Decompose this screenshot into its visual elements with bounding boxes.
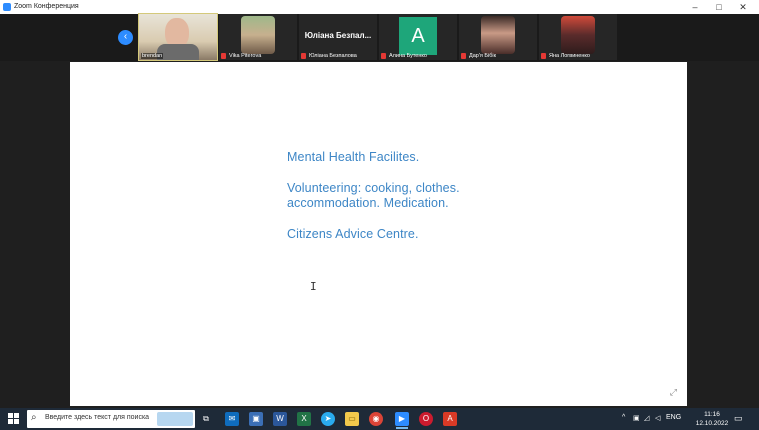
participant-name: Дар'я Бібік [469,53,497,59]
excel-icon[interactable]: X [297,412,311,426]
gallery-back-button[interactable]: ‹ [118,30,133,45]
clock-time: 11:16 [704,411,720,418]
participant-tile[interactable]: brendan [138,13,218,61]
participant-tile[interactable]: A Алина Бутенко [379,14,457,60]
title-bar: Zoom Конференция – □ ✕ [0,0,759,14]
muted-mic-icon [541,53,546,59]
notification-icon[interactable]: ▭ [734,413,744,423]
muted-mic-icon [301,53,306,59]
participant-name: Юліана Безпалова [309,53,357,59]
telegram-icon[interactable]: ➤ [321,412,335,426]
text-cursor-icon: I [310,280,317,293]
participant-gallery: ‹ brendan Vika Piterova Юліана Безпал...… [0,13,759,61]
slide-text-line: Mental Health Facilites. [287,150,420,164]
muted-mic-icon [221,53,226,59]
muted-mic-icon [461,53,466,59]
participant-video [241,16,275,54]
task-view-icon[interactable]: ⧉ [199,412,213,426]
participant-name: Vika Piterova [229,53,262,59]
acrobat-icon[interactable]: A [443,412,457,426]
participant-display-name: Юліана Безпал... [304,31,372,40]
windows-start-icon[interactable] [8,413,20,425]
network-icon[interactable]: ◿ [644,414,649,422]
file-explorer-icon[interactable]: ▭ [345,412,359,426]
close-button[interactable]: ✕ [732,0,754,14]
minimize-button[interactable]: – [684,0,706,14]
participant-shirt [157,44,199,60]
participant-tile[interactable]: Яна Логвиненко [539,14,617,60]
taskbar: ⌕ Введите здесь текст для поиска ⧉ ✉ ▣ W… [0,408,759,430]
participant-video [561,16,595,54]
tray-chevron-icon[interactable]: ^ [622,414,625,421]
slide-text-line: Volunteering: cooking, clothes. [287,181,460,195]
participant-tile[interactable]: Дар'я Бібік [459,14,537,60]
word-icon[interactable]: W [273,412,287,426]
taskbar-search-box[interactable]: ⌕ Введите здесь текст для поиска [27,410,195,428]
search-icon: ⌕ [31,412,37,423]
volume-icon[interactable]: ◁ [655,414,660,422]
participant-name: Алина Бутенко [389,53,427,59]
search-placeholder: Введите здесь текст для поиска [45,414,150,421]
tray-app-icon[interactable]: ▣ [633,414,640,422]
language-indicator[interactable]: ENG [666,414,681,421]
participant-tile[interactable]: Vika Piterova [219,14,297,60]
clock-date: 12.10.2022 [695,420,729,427]
participant-tile[interactable]: Юліана Безпал... Юліана Безпалова [299,14,377,60]
expand-icon[interactable]: ⤢ [670,387,677,398]
shared-screen: Mental Health Facilites. Volunteering: c… [70,62,687,406]
window-title: Zoom Конференция [14,3,79,10]
search-highlight-image [157,412,193,426]
muted-mic-icon [381,53,386,59]
maximize-button[interactable]: □ [708,0,730,14]
zoom-icon[interactable]: ▶ [395,412,409,429]
participant-video [481,16,515,54]
zoom-app-icon [3,3,11,11]
save-icon[interactable]: ▣ [249,412,263,426]
slide-text-line: accommodation. Medication. [287,196,449,210]
slide-text-line: Citizens Advice Centre. [287,227,419,241]
chrome-icon[interactable]: ◉ [369,412,383,426]
participant-avatar: A [399,17,437,55]
mail-icon[interactable]: ✉ [225,412,239,426]
participant-name: Яна Логвиненко [549,53,590,59]
opera-icon[interactable]: O [419,412,433,426]
taskbar-clock[interactable]: 11:16 12.10.2022 [694,410,730,428]
participant-name: brendan [141,53,164,59]
